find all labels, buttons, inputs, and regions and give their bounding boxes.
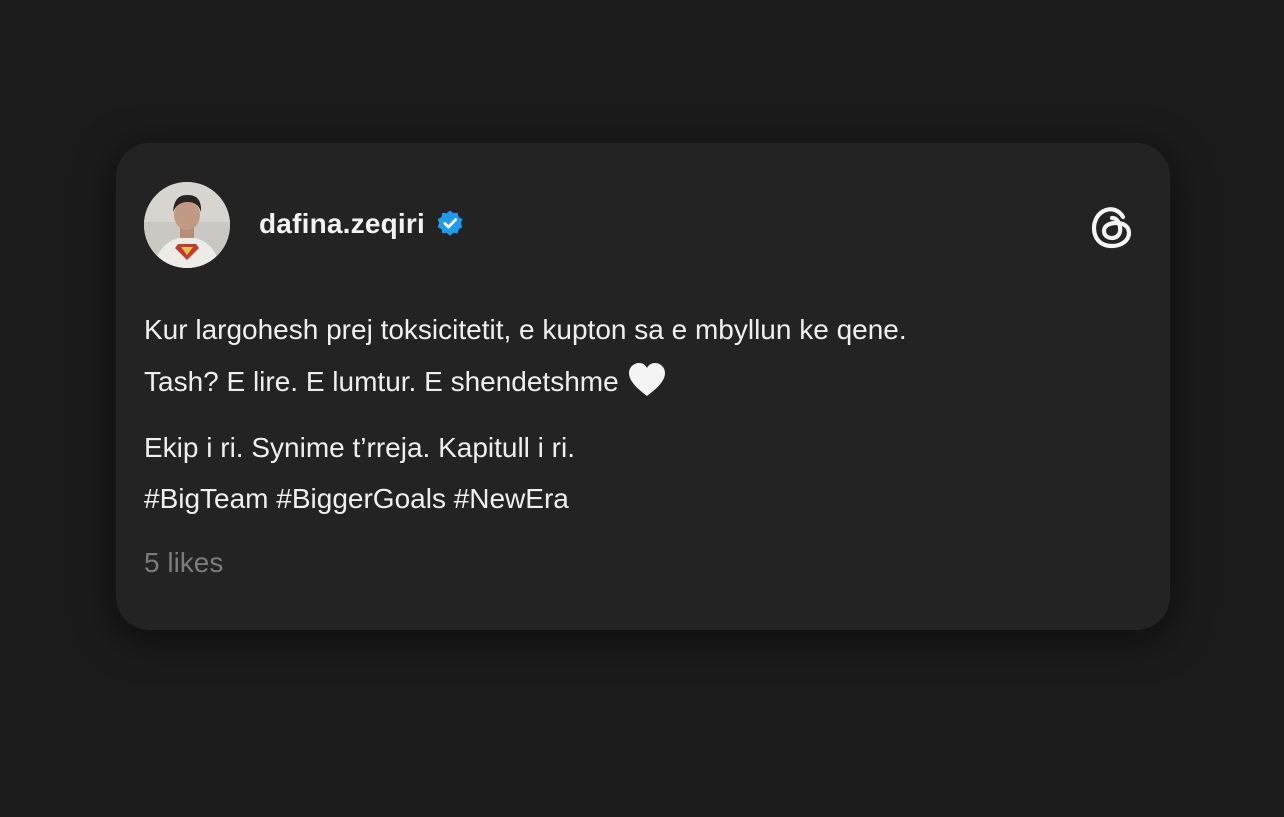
white-heart-icon [627,362,667,398]
threads-logo-icon[interactable] [1086,201,1138,253]
threads-post-card: dafina.zeqiri Kur largohesh prej toksici… [116,143,1170,630]
username[interactable]: dafina.zeqiri [259,208,425,240]
post-text-line-1: Kur largohesh prej toksicitetit, e kupto… [144,314,907,345]
post-text-line-2: Tash? E lire. E lumtur. E shendetshme [144,362,667,400]
author-row: dafina.zeqiri [259,206,465,242]
avatar[interactable] [144,182,230,268]
post-text-line-2-text: Tash? E lire. E lumtur. E shendetshme [144,366,619,397]
verified-badge-icon [435,209,465,239]
avatar-image [144,182,230,268]
post-text-line-3: Ekip i ri. Synime t’rreja. Kapitull i ri… [144,432,576,463]
likes-count[interactable]: 5 likes [144,545,223,581]
post-hashtags[interactable]: #BigTeam #BiggerGoals #NewEra [144,481,569,517]
